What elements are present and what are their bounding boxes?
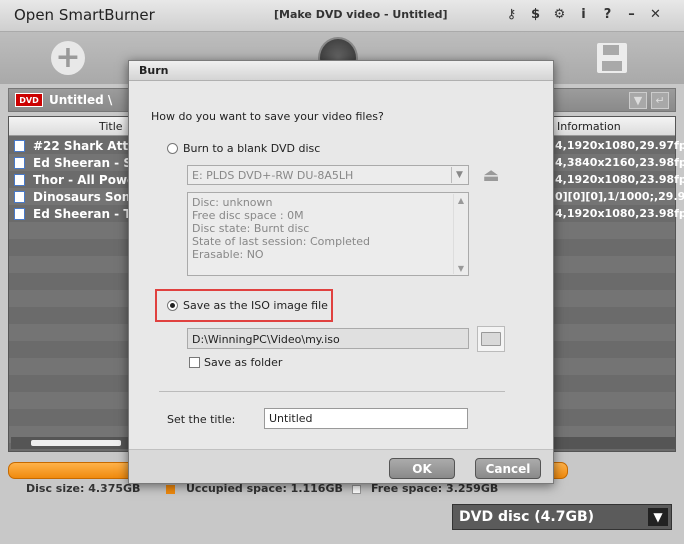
disc-info-line: Disc: unknown <box>192 196 273 209</box>
floppy-icon <box>597 43 627 73</box>
help-icon[interactable]: ? <box>601 8 614 21</box>
row-information: 4,3840x2160,23.98fps <box>555 156 684 169</box>
disc-info-line: Free disc space : 0M <box>192 209 304 222</box>
return-icon: ↵ <box>655 94 665 107</box>
save-as-folder-checkbox[interactable] <box>189 357 200 368</box>
ok-button[interactable]: OK <box>389 458 455 479</box>
app-title: Open SmartBurner <box>14 6 155 24</box>
row-information: 0][0][0],1/1000;,29.9 <box>555 190 684 203</box>
info-icon[interactable]: i <box>577 8 590 21</box>
row-information: 4,1920x1080,23.98fps <box>555 173 684 186</box>
column-header-information[interactable]: Information <box>557 120 621 133</box>
row-title: Thor - All Powers <box>33 173 133 187</box>
disc-info-line: State of last session: Completed <box>192 235 370 248</box>
iso-label[interactable]: Save as the ISO image file <box>183 299 328 312</box>
folder-icon <box>481 332 501 346</box>
move-down-button[interactable]: ▼ <box>629 92 647 109</box>
info-scrollbar[interactable]: ▲ ▼ <box>453 194 467 274</box>
browse-folder-button[interactable] <box>477 326 505 352</box>
video-file-icon <box>14 208 25 220</box>
column-header-title[interactable]: Title <box>99 120 123 133</box>
dvd-logo-icon: DVD <box>15 93 43 107</box>
arrow-down-icon: ▼ <box>633 94 643 107</box>
title-input[interactable]: Untitled <box>264 408 468 429</box>
free-swatch <box>352 485 361 494</box>
close-icon[interactable]: ✕ <box>649 8 662 21</box>
document-title: [Make DVD video - Untitled] <box>274 8 448 21</box>
title-input-value: Untitled <box>269 412 313 425</box>
iso-path-field[interactable]: D:\WinningPC\Video\my.iso <box>187 328 469 349</box>
back-button[interactable]: ↵ <box>651 92 669 109</box>
disc-info-box: Disc: unknown Free disc space : 0M Disc st… <box>187 192 469 276</box>
scroll-up-icon[interactable]: ▲ <box>454 194 468 206</box>
disc-type-value: DVD disc (4.7GB) <box>459 509 595 525</box>
row-title: #22 Shark Attack <box>33 139 133 153</box>
video-file-icon <box>14 174 25 186</box>
minimize-icon[interactable]: – <box>625 8 638 21</box>
iso-radio[interactable] <box>167 300 178 311</box>
gear-icon[interactable]: ⚙ <box>553 8 566 21</box>
row-title: Ed Sheeran - Shape <box>33 156 133 170</box>
save-question: How do you want to save your video files… <box>151 110 384 123</box>
chevron-down-icon: ▼ <box>451 167 467 183</box>
dialog-title: Burn <box>139 64 169 77</box>
scrollbar-thumb[interactable] <box>31 440 121 446</box>
row-title: Dinosaurs Songs <box>33 190 133 204</box>
save-project-button[interactable] <box>592 38 632 78</box>
row-information: 4,1920x1080,23.98fps <box>555 207 684 220</box>
key-icon[interactable]: ⚷ <box>505 8 518 21</box>
chevron-down-icon[interactable]: ▼ <box>648 508 668 526</box>
blank-disc-label[interactable]: Burn to a blank DVD disc <box>183 142 320 155</box>
dialog-titlebar: Burn <box>129 61 553 81</box>
app-titlebar: Open SmartBurner [Make DVD video - Untit… <box>0 0 684 32</box>
burn-dialog: Burn How do you want to save your video … <box>128 60 554 484</box>
row-title: Ed Sheeran - Thinking <box>33 207 133 221</box>
scroll-down-icon[interactable]: ▼ <box>454 262 468 274</box>
video-file-icon <box>14 157 25 169</box>
disc-info-line: Erasable: NO <box>192 248 264 261</box>
dollar-icon[interactable]: $ <box>529 8 542 21</box>
blank-disc-radio[interactable] <box>167 143 178 154</box>
drive-value: E: PLDS DVD+-RW DU-8A5LH <box>192 169 354 182</box>
current-path: Untitled \ <box>49 93 113 107</box>
video-file-icon <box>14 140 25 152</box>
iso-path-value: D:\WinningPC\Video\my.iso <box>192 333 340 346</box>
cancel-button[interactable]: Cancel <box>475 458 541 479</box>
plus-icon: + <box>51 41 85 75</box>
row-information: 4,1920x1080,29.97fps <box>555 139 684 152</box>
drive-select[interactable]: E: PLDS DVD+-RW DU-8A5LH ▼ <box>187 165 469 185</box>
eject-icon: ⏏ <box>482 164 500 186</box>
dialog-footer: OK Cancel <box>129 449 553 483</box>
eject-button[interactable]: ⏏ <box>479 163 503 187</box>
divider <box>159 391 505 392</box>
add-files-button[interactable]: + <box>48 38 88 78</box>
titlebar-icons: ⚷ $ ⚙ i? – ✕ <box>505 8 662 21</box>
occupied-swatch <box>166 485 175 494</box>
set-title-label: Set the title: <box>167 413 236 426</box>
disc-size-text: Disc size: 4.375GB <box>26 482 141 495</box>
save-as-folder-label[interactable]: Save as folder <box>204 356 282 369</box>
status-bar: Disc size: 4.375GB Uccupied space: 1.116… <box>8 482 568 498</box>
disc-type-select[interactable]: DVD disc (4.7GB) ▼ <box>452 504 672 530</box>
video-file-icon <box>14 191 25 203</box>
disc-info-line: Disc state: Burnt disc <box>192 222 310 235</box>
